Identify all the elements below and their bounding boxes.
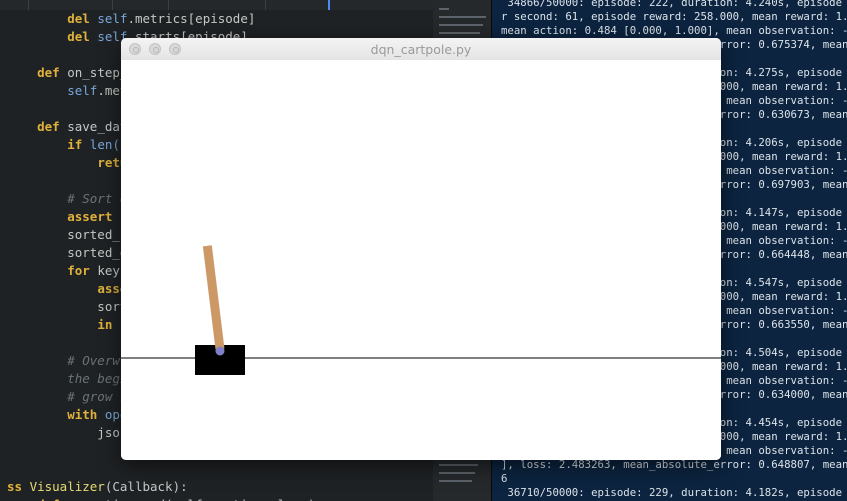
terminal-line: ], loss: 2.483263, mean_absolute_error: … — [501, 458, 847, 471]
code-line: ss Visualizer(Callback): — [7, 478, 445, 496]
code-token: with — [67, 407, 105, 422]
code-token: def — [37, 119, 68, 134]
editor-tab-bar — [0, 0, 445, 10]
terminal-line: r second: 61, episode reward: 258.000, m… — [501, 10, 847, 23]
code-token: .metrics[episode] — [127, 11, 256, 26]
code-token: Visualizer — [29, 479, 105, 494]
editor-tab-active[interactable] — [266, 0, 330, 10]
code-line: del self.metrics[episode] — [7, 10, 445, 28]
code-token: on_action_end(self, action, logs): — [67, 497, 323, 501]
minimap-line — [439, 8, 449, 10]
terminal-line: mean action: 0.484 [0.000, 1.000], mean … — [501, 24, 847, 37]
code-token: if — [67, 137, 90, 152]
window-title: dqn_cartpole.py — [370, 42, 472, 57]
terminal-line: 34866/50000: episode: 222, duration: 4.2… — [507, 0, 843, 9]
editor-tab[interactable] — [0, 0, 29, 10]
minimap-line — [439, 464, 478, 466]
code-token: len( — [89, 137, 120, 152]
cartpole-canvas — [121, 60, 721, 460]
editor-tab[interactable] — [330, 0, 439, 10]
code-token: del — [67, 29, 98, 44]
minimap-line — [439, 16, 486, 18]
cartpole-render-window[interactable]: dqn_cartpole.py — [121, 38, 721, 460]
minimap-line — [439, 32, 480, 34]
terminal-line: 6 — [501, 472, 508, 485]
pole-axle — [215, 346, 225, 356]
code-token: del — [67, 11, 98, 26]
code-token: self — [97, 11, 128, 26]
code-token: in — [97, 317, 120, 332]
editor-tab[interactable] — [29, 0, 113, 10]
code-token: assert — [67, 209, 120, 224]
code-token: for — [67, 263, 98, 278]
code-token: self — [67, 83, 98, 98]
terminal-line: 36710/50000: episode: 229, duration: 4.1… — [501, 486, 847, 499]
code-token: (Callback): — [104, 479, 188, 494]
code-line: def on_action_end(self, action, logs): — [7, 496, 445, 501]
window-titlebar[interactable]: dqn_cartpole.py — [121, 38, 721, 61]
editor-tab[interactable] — [113, 0, 169, 10]
code-token: def — [37, 65, 68, 80]
code-token: def — [37, 497, 67, 501]
code-token: ss — [7, 479, 30, 494]
minimap-line — [439, 472, 475, 474]
minimap-line — [439, 480, 472, 482]
minimap-line — [439, 24, 483, 26]
editor-tab[interactable] — [169, 0, 266, 10]
